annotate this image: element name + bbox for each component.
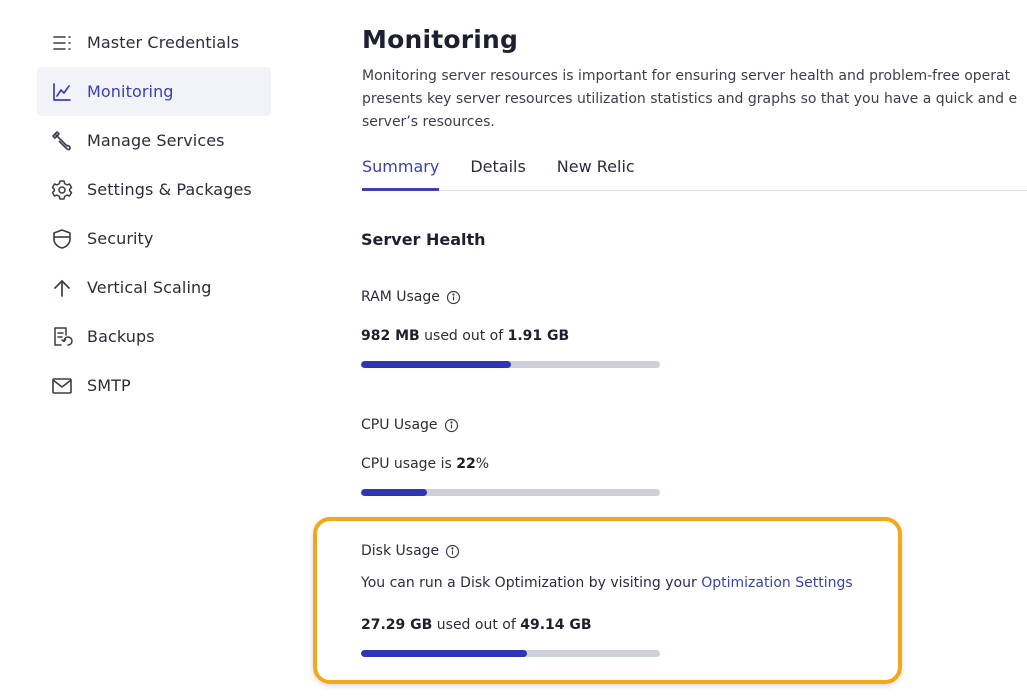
section-title-server-health: Server Health <box>361 230 486 249</box>
tab-details[interactable]: Details <box>470 152 525 191</box>
page-title: Monitoring <box>362 25 519 54</box>
disk-usage-bar-fill <box>361 650 527 657</box>
tab-summary[interactable]: Summary <box>362 152 440 191</box>
sidebar-item-security[interactable]: Security <box>37 214 271 263</box>
page-description: Monitoring server resources is important… <box>362 65 1027 134</box>
optimization-settings-link[interactable]: Optimization Settings <box>701 575 852 591</box>
ram-usage-label: RAM Usage <box>361 289 461 305</box>
ram-usage-title: RAM Usage <box>361 289 440 305</box>
disk-total: 49.14 GB <box>520 617 592 633</box>
sidebar-item-smtp[interactable]: SMTP <box>37 361 271 410</box>
info-icon[interactable] <box>446 290 461 305</box>
description-line: presents key server resources utilizatio… <box>362 91 1018 107</box>
sidebar-item-manage-services[interactable]: Manage Services <box>37 116 271 165</box>
sidebar-item-label: Manage Services <box>87 131 225 150</box>
sidebar-item-label: Vertical Scaling <box>87 278 212 297</box>
cpu-prefix-text: CPU usage is <box>361 456 457 472</box>
ram-middle-text: used out of <box>419 328 508 344</box>
sidebar-item-label: Security <box>87 229 154 248</box>
info-icon[interactable] <box>444 418 459 433</box>
ram-usage-bar-fill <box>361 361 511 368</box>
ram-usage-bar <box>361 361 660 368</box>
backup-file-icon <box>51 326 73 348</box>
tab-new-relic[interactable]: New Relic <box>557 152 635 191</box>
cpu-percent: 22 <box>456 456 476 472</box>
disk-usage-label: Disk Usage <box>361 543 460 559</box>
sidebar-item-label: Monitoring <box>87 82 174 101</box>
ram-usage-value: 982 MB used out of 1.91 GB <box>361 328 569 344</box>
disk-used: 27.29 GB <box>361 617 433 633</box>
cpu-usage-value: CPU usage is 22% <box>361 456 489 472</box>
sidebar-item-label: Backups <box>87 327 155 346</box>
sidebar-item-label: SMTP <box>87 376 131 395</box>
disk-usage-value: 27.29 GB used out of 49.14 GB <box>361 617 592 633</box>
sidebar: Master Credentials Monitoring Manage Ser… <box>37 18 271 410</box>
wrench-icon <box>51 130 73 152</box>
cpu-usage-title: CPU Usage <box>361 417 438 433</box>
cpu-usage-bar <box>361 489 660 496</box>
shield-icon <box>51 228 73 250</box>
disk-middle-text: used out of <box>432 617 521 633</box>
cpu-usage-bar-fill <box>361 489 427 496</box>
sidebar-item-monitoring[interactable]: Monitoring <box>37 67 271 116</box>
main-content: Monitoring Monitoring server resources i… <box>361 22 1027 657</box>
cpu-suffix-text: % <box>475 456 490 472</box>
description-line: Monitoring server resources is important… <box>362 68 1011 84</box>
disk-optimization-note: You can run a Disk Optimization by visit… <box>361 575 853 591</box>
arrow-up-icon <box>51 277 73 299</box>
description-line: server’s resources. <box>362 114 495 130</box>
sidebar-item-label: Settings & Packages <box>87 180 252 199</box>
sidebar-item-settings-packages[interactable]: Settings & Packages <box>37 165 271 214</box>
sidebar-item-label: Master Credentials <box>87 33 240 52</box>
disk-note-text: You can run a Disk Optimization by visit… <box>361 575 702 591</box>
list-icon <box>51 32 73 54</box>
sidebar-item-master-credentials[interactable]: Master Credentials <box>37 18 271 67</box>
ram-total: 1.91 GB <box>507 328 570 344</box>
sidebar-item-backups[interactable]: Backups <box>37 312 271 361</box>
chart-line-icon <box>51 81 73 103</box>
mail-icon <box>51 375 73 397</box>
tab-bar: Summary Details New Relic <box>362 152 1027 191</box>
disk-usage-bar <box>361 650 660 657</box>
gear-icon <box>51 179 73 201</box>
cpu-usage-label: CPU Usage <box>361 417 459 433</box>
info-icon[interactable] <box>445 544 460 559</box>
ram-used: 982 MB <box>361 328 420 344</box>
sidebar-item-vertical-scaling[interactable]: Vertical Scaling <box>37 263 271 312</box>
disk-usage-title: Disk Usage <box>361 543 440 559</box>
